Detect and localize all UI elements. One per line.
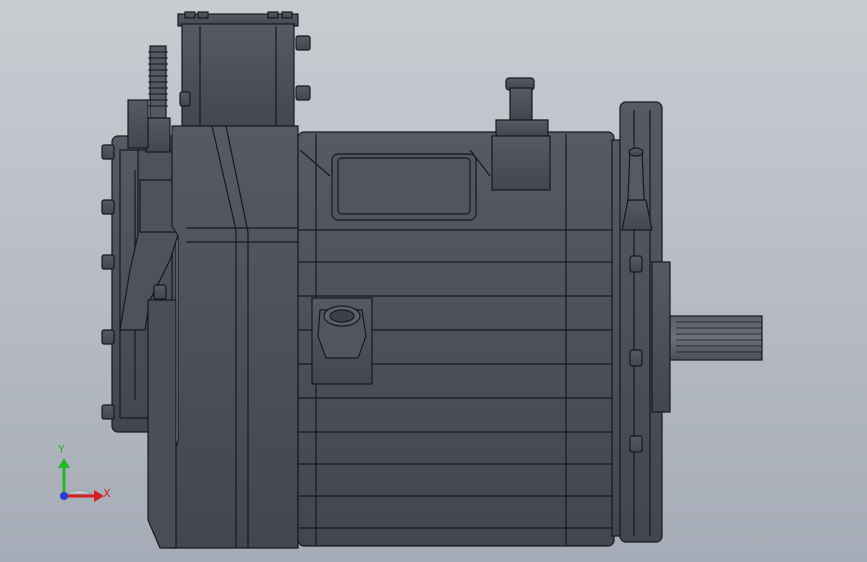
output-shaft <box>669 315 763 361</box>
right-end-bell <box>611 101 671 543</box>
origin-point <box>60 492 68 500</box>
threaded-stud <box>127 45 171 153</box>
coolant-fitting-side <box>311 297 373 385</box>
y-axis-label: Y <box>58 443 65 456</box>
coordinate-triad <box>58 458 104 502</box>
coolant-fitting-top <box>491 77 551 191</box>
terminal-box <box>177 11 311 129</box>
x-axis-label: X <box>103 487 111 500</box>
motor-model[interactable] <box>0 0 867 562</box>
cad-viewport[interactable]: Y X <box>0 0 867 562</box>
